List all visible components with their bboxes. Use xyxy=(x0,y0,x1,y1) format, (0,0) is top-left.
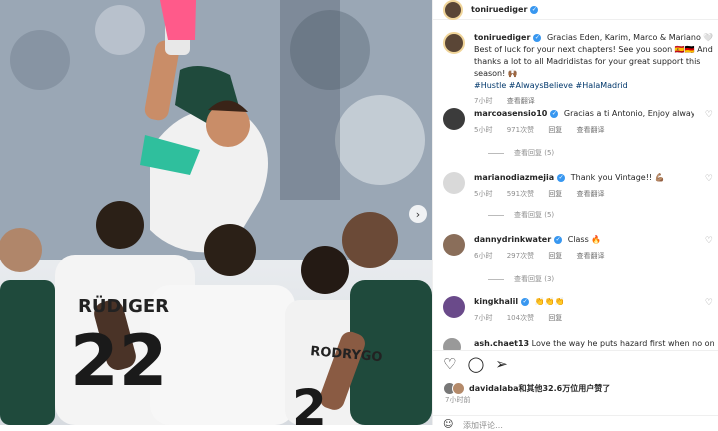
comment-meta: 5小时 971次赞 回复 查看翻译 xyxy=(474,125,617,135)
add-comment-input[interactable]: 添加评论… xyxy=(463,420,503,431)
comment-likes[interactable]: 971次赞 xyxy=(507,126,534,134)
comment-time: 6小时 xyxy=(474,252,493,260)
caption-text-block: toniruediger ✓ Gracias Eden, Karim, Marco… xyxy=(474,32,718,92)
comment-username[interactable]: ash.chaet13 xyxy=(474,339,529,348)
caption-translate-link[interactable]: 查看翻译 xyxy=(507,97,535,105)
comment-text: ash.chaet13 Love the way he puts hazard … xyxy=(474,338,714,350)
comment-item: kingkhalil ✓ 👏👏👏 7小时 104次赞 回复 ♡ xyxy=(443,296,718,336)
comment-username[interactable]: marcoasensio10 xyxy=(474,109,547,118)
like-heart-icon[interactable]: ♡ xyxy=(705,236,713,246)
caption-item: toniruediger ✓ Gracias Eden, Karim, Marco… xyxy=(443,32,718,112)
likes-text[interactable]: davidalaba和其他32.6万位用户赞了 xyxy=(469,383,610,394)
comment-item-partial: ash.chaet13 Love the way he puts hazard … xyxy=(443,338,718,350)
verified-badge-icon: ✓ xyxy=(554,235,563,244)
like-heart-icon[interactable]: ♡ xyxy=(705,110,713,120)
comment-username[interactable]: dannydrinkwater xyxy=(474,235,551,244)
reply-button[interactable]: 回复 xyxy=(548,126,562,134)
caption-time: 7小时 xyxy=(474,97,493,105)
likes-summary[interactable]: davidalaba和其他32.6万位用户赞了 xyxy=(443,382,610,395)
jersey-name-text: RÜDIGER xyxy=(78,295,169,317)
comment-text: marianodiazmejia ✓ Thank you Vintage!! 💪🏽 xyxy=(474,172,694,184)
like-icon[interactable]: ♡ xyxy=(443,355,456,373)
comment-meta: 5小时 591次赞 回复 查看翻译 xyxy=(474,189,617,199)
action-icons: ♡ ◯ ➢ xyxy=(443,355,508,373)
comment-text: dannydrinkwater ✓ Class 🔥 xyxy=(474,234,694,246)
comment-body: Love the way he puts hazard first when n… xyxy=(531,339,714,348)
commenter-avatar[interactable] xyxy=(443,338,461,350)
comment-username[interactable]: kingkhalil xyxy=(474,297,518,306)
comment-body: Gracias a ti Antonio, Enjoy always 😍✊🏾😘 xyxy=(563,109,694,118)
celebration-photo-illustration: RÜDIGER 22 RODRYGO 2 xyxy=(0,0,432,425)
author-username[interactable]: toniruediger xyxy=(471,5,527,14)
commenter-avatar[interactable] xyxy=(443,172,465,194)
comment-body: Thank you Vintage!! 💪🏽 xyxy=(570,173,665,182)
post-photo[interactable]: RÜDIGER 22 RODRYGO 2 › xyxy=(0,0,432,425)
post-action-bar: ♡ ◯ ➢ davidalaba和其他32.6万位用户赞了 7小时前 ☺ 添加评… xyxy=(433,350,718,431)
reply-button[interactable]: 回复 xyxy=(548,314,562,322)
like-heart-icon[interactable]: ♡ xyxy=(705,174,713,184)
comments-scroll-area[interactable]: toniruediger ✓ Gracias Eden, Karim, Marco… xyxy=(433,20,718,350)
comment-likes[interactable]: 297次赞 xyxy=(507,252,534,260)
comment-username[interactable]: marianodiazmejia xyxy=(474,173,554,182)
jersey-number-2-text: 2 xyxy=(292,379,327,425)
comment-time: 5小时 xyxy=(474,190,493,198)
post-side-panel: toniruediger ✓ toniruediger ✓ Gracias Ede… xyxy=(432,0,718,431)
view-replies-link[interactable]: 查看回复 (3) xyxy=(488,274,554,284)
commenter-avatar[interactable] xyxy=(443,234,465,256)
comment-item: dannydrinkwater ✓ Class 🔥 6小时 297次赞 回复 查看… xyxy=(443,234,718,304)
comment-time: 5小时 xyxy=(474,126,493,134)
comment-likes[interactable]: 591次赞 xyxy=(507,190,534,198)
post-date: 7小时前 xyxy=(445,396,471,404)
comment-meta: 7小时 104次赞 回复 xyxy=(474,313,574,323)
comment-time: 7小时 xyxy=(474,314,493,322)
verified-badge-icon: ✓ xyxy=(521,297,530,306)
verified-badge-icon: ✓ xyxy=(557,173,566,182)
translate-link[interactable]: 查看翻译 xyxy=(577,252,605,260)
translate-link[interactable]: 查看翻译 xyxy=(577,126,605,134)
chevron-right-icon: › xyxy=(415,207,421,221)
comment-text: marcoasensio10 ✓ Gracias a ti Antonio, En… xyxy=(474,108,694,120)
verified-badge-icon: ✓ xyxy=(533,33,542,42)
caption-author[interactable]: toniruediger xyxy=(474,33,530,42)
commenter-avatar[interactable] xyxy=(443,296,465,318)
next-photo-button[interactable]: › xyxy=(409,205,427,223)
comment-body: 👏👏👏 xyxy=(534,297,565,306)
comment-item: marcoasensio10 ✓ Gracias a ti Antonio, En… xyxy=(443,108,718,178)
reply-button[interactable]: 回复 xyxy=(548,252,562,260)
jersey-number-text: 22 xyxy=(70,320,167,402)
caption-hashtags[interactable]: #Hustle #AlwaysBelieve #HalaMadrid xyxy=(474,80,718,92)
verified-badge-icon: ✓ xyxy=(530,5,539,14)
liker-avatar xyxy=(452,382,465,395)
author-avatar[interactable] xyxy=(443,0,463,20)
comment-likes[interactable]: 104次赞 xyxy=(507,314,534,322)
caption-meta: 7小时 查看翻译 xyxy=(474,96,547,106)
comment-body: Class 🔥 xyxy=(567,235,602,244)
like-heart-icon[interactable]: ♡ xyxy=(705,298,713,308)
comment-text: kingkhalil ✓ 👏👏👏 xyxy=(474,296,694,308)
view-replies-link[interactable]: 查看回复 (5) xyxy=(488,210,554,220)
comment-meta: 6小时 297次赞 回复 查看翻译 xyxy=(474,251,617,261)
view-replies-link[interactable]: 查看回复 (5) xyxy=(488,148,554,158)
add-comment-bar: ☺ 添加评论… xyxy=(433,415,718,431)
caption-author-avatar[interactable] xyxy=(443,32,465,54)
reply-button[interactable]: 回复 xyxy=(548,190,562,198)
verified-badge-icon: ✓ xyxy=(550,109,559,118)
post-header: toniruediger ✓ xyxy=(433,0,718,20)
comment-icon[interactable]: ◯ xyxy=(467,355,484,373)
comment-item: marianodiazmejia ✓ Thank you Vintage!! 💪🏽… xyxy=(443,172,718,242)
translate-link[interactable]: 查看翻译 xyxy=(577,190,605,198)
share-icon[interactable]: ➢ xyxy=(495,355,508,373)
commenter-avatar[interactable] xyxy=(443,108,465,130)
